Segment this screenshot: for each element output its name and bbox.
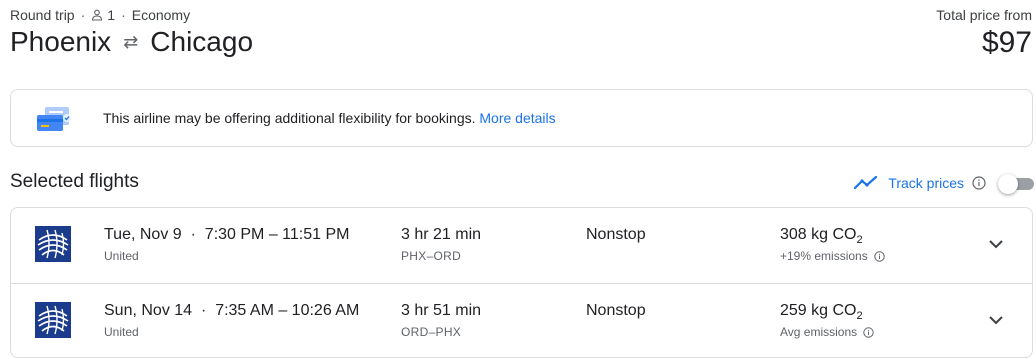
- flight-date: Tue, Nov 9: [104, 226, 182, 243]
- flight-row-outbound[interactable]: Tue, Nov 9 · 7:30 PM – 11:51 PM United 3…: [11, 208, 1032, 283]
- airline-name: United: [104, 325, 139, 339]
- flight-time-range: 7:35 AM – 10:26 AM: [215, 302, 360, 319]
- flight-duration: 3 hr 51 min: [401, 302, 482, 319]
- co2-subscript: 2: [856, 310, 863, 323]
- emissions-info: +19% emissions: [780, 249, 885, 263]
- route-title: Phoenix ⇄ Chicago: [10, 26, 253, 58]
- airport-codes: ORD–PHX: [401, 325, 462, 339]
- separator-dot: ·: [186, 226, 201, 243]
- passenger-count: 1: [91, 7, 115, 23]
- total-price: $97: [981, 26, 1032, 59]
- flexibility-notice: This airline may be offering additional …: [10, 89, 1033, 147]
- separator-dot: ·: [196, 302, 211, 319]
- trip-type: Round trip: [10, 7, 75, 23]
- notice-text: This airline may be offering additional …: [103, 110, 556, 126]
- co2-subscript: 2: [856, 234, 863, 247]
- separator-dot: ·: [80, 7, 86, 23]
- airline-name: United: [104, 249, 139, 263]
- flight-times: Tue, Nov 9 · 7:30 PM – 11:51 PM: [104, 226, 349, 244]
- emissions-label: Avg emissions: [780, 325, 858, 339]
- selected-flights-heading: Selected flights: [10, 171, 139, 192]
- co2-amount: 259 kg CO2: [780, 302, 863, 322]
- co2-amount: 308 kg CO2: [780, 226, 863, 246]
- emissions-info: Avg emissions: [780, 325, 874, 339]
- flight-date: Sun, Nov 14: [104, 302, 193, 319]
- selected-flights-list: Tue, Nov 9 · 7:30 PM – 11:51 PM United 3…: [10, 207, 1033, 358]
- toggle-knob: [998, 174, 1018, 194]
- origin-city: Phoenix: [10, 26, 112, 57]
- flexible-booking-illustration: [37, 107, 71, 131]
- track-prices-toggle[interactable]: [998, 173, 1034, 194]
- price-label: Total price from: [936, 7, 1032, 23]
- airport-codes: PHX–ORD: [401, 249, 462, 263]
- emissions-label: +19% emissions: [780, 249, 868, 263]
- chevron-down-icon[interactable]: [986, 234, 1006, 254]
- info-icon[interactable]: [972, 176, 986, 190]
- co2-value: 308 kg CO: [780, 226, 857, 243]
- flight-stops: Nonstop: [586, 302, 646, 319]
- flight-stops: Nonstop: [586, 226, 646, 243]
- flight-time-range: 7:30 PM – 11:51 PM: [204, 226, 350, 243]
- united-logo: [35, 226, 71, 262]
- more-details-link[interactable]: More details: [479, 110, 555, 126]
- trending-icon: [854, 175, 878, 190]
- trip-summary: Round trip · 1 · Economy: [10, 7, 190, 23]
- track-prices-label[interactable]: Track prices: [888, 175, 964, 191]
- track-prices[interactable]: Track prices: [854, 170, 1036, 196]
- cabin-class: Economy: [131, 7, 191, 23]
- passenger-number: 1: [107, 7, 116, 23]
- flight-row-return[interactable]: Sun, Nov 14 · 7:35 AM – 10:26 AM United …: [11, 283, 1032, 358]
- info-icon[interactable]: [874, 250, 885, 262]
- flight-times: Sun, Nov 14 · 7:35 AM – 10:26 AM: [104, 302, 359, 320]
- info-icon[interactable]: [863, 326, 874, 338]
- notice-message: This airline may be offering additional …: [103, 110, 476, 126]
- swap-arrows-icon: ⇄: [123, 31, 139, 52]
- separator-dot: ·: [121, 7, 126, 23]
- united-logo: [35, 302, 71, 338]
- flight-duration: 3 hr 21 min: [401, 226, 482, 243]
- person-icon: [92, 9, 103, 21]
- chevron-down-icon[interactable]: [986, 310, 1006, 330]
- co2-value: 259 kg CO: [780, 302, 857, 319]
- destination-city: Chicago: [150, 26, 254, 57]
